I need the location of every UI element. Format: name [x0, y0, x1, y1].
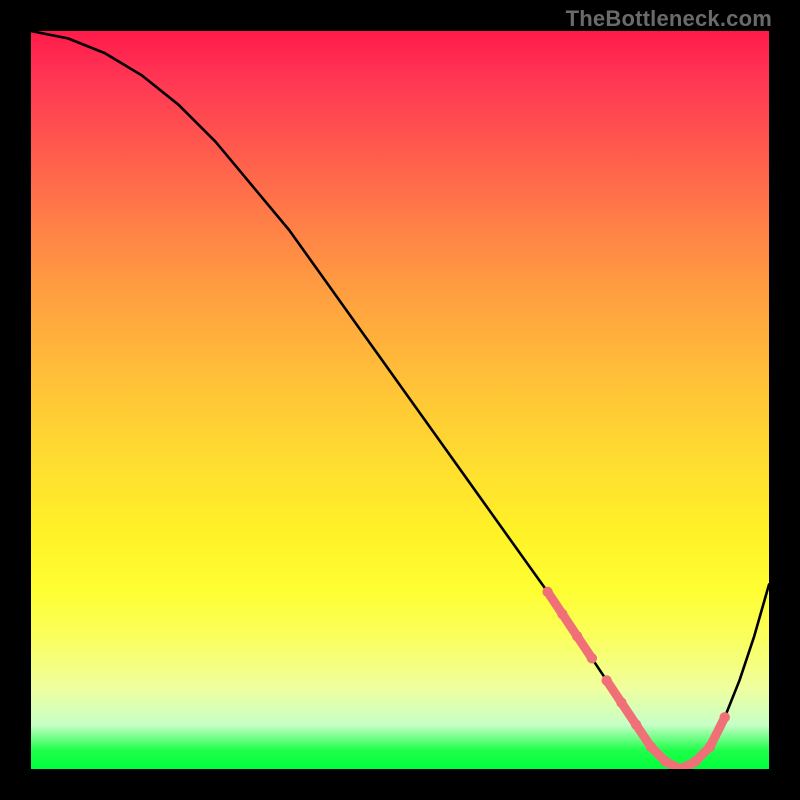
main-curve	[31, 31, 769, 769]
highlight-segments	[542, 587, 730, 769]
chart-svg	[31, 31, 769, 769]
attribution-text: TheBottleneck.com	[566, 6, 772, 32]
chart-container: TheBottleneck.com	[0, 0, 800, 800]
plot-area	[31, 31, 769, 769]
